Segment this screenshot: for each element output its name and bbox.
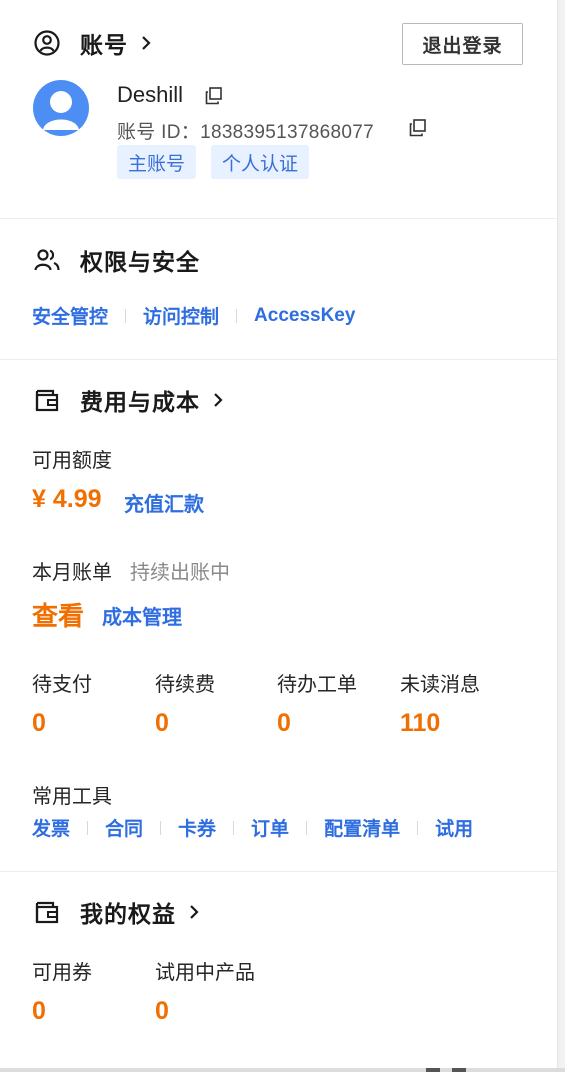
scroll-marker [426,1068,440,1072]
available-credit-amount: ¥ 4.99 [32,485,102,513]
copy-icon[interactable] [408,118,428,143]
tag-personal-verified[interactable]: 个人认证 [211,145,310,179]
cost-management-link[interactable]: 成本管理 [102,601,182,630]
common-tools-links: 发票 合同 卡券 订单 配置清单 试用 [32,814,473,841]
users-icon [32,245,62,275]
account-id: 账号 ID：1838395137868077 [117,122,374,143]
bottom-edge [0,1068,565,1072]
separator [236,308,238,323]
available-coupon-count[interactable]: 0 [32,997,46,1026]
copy-icon[interactable] [204,86,224,111]
stat-label: 未读消息 [400,674,480,696]
tool-order[interactable]: 订单 [251,814,289,841]
separator [160,820,162,835]
view-bill-link[interactable]: 查看 [32,596,84,633]
avatar[interactable] [33,80,89,136]
pending-payment-count[interactable]: 0 [32,709,46,738]
account-panel: 账号 退出登录 Deshill 账号 ID：1838395137868077 主… [0,0,558,1068]
divider [0,218,558,219]
divider [0,359,558,360]
account-header[interactable]: 账号 [32,27,154,59]
stat-label: 待办工单 [277,674,357,696]
monthly-bill-label: 本月账单 [32,562,112,584]
tool-invoice[interactable]: 发票 [32,814,70,841]
divider [0,871,558,872]
wallet-icon [32,385,62,415]
recharge-link[interactable]: 充值汇款 [124,488,204,517]
permissions-title: 权限与安全 [80,249,200,275]
chevron-right-icon [212,390,226,410]
chevron-right-icon [188,902,202,922]
account-title: 账号 [80,32,128,58]
chevron-right-icon [140,33,154,53]
separator [87,820,89,835]
billing-title: 费用与成本 [80,389,200,415]
pending-ticket-count[interactable]: 0 [277,709,291,738]
tool-config-list[interactable]: 配置清单 [324,814,400,841]
monthly-bill-status: 持续出账中 [130,562,230,584]
tool-contract[interactable]: 合同 [105,814,143,841]
benefits-title: 我的权益 [80,901,176,927]
stat-label: 可用券 [32,962,92,984]
username: Deshill [117,82,184,107]
tag-main-account: 主账号 [117,145,197,179]
separator [306,820,308,835]
wallet-icon [32,897,62,927]
permissions-links: 安全管控 访问控制 AccessKey [32,302,355,329]
logout-button[interactable]: 退出登录 [402,23,523,65]
benefits-header[interactable]: 我的权益 [32,896,202,928]
tool-trial[interactable]: 试用 [435,814,473,841]
scroll-marker [452,1068,466,1072]
scrollbar[interactable] [559,0,565,1072]
link-accesskey[interactable]: AccessKey [254,305,355,327]
tool-coupon[interactable]: 卡券 [178,814,216,841]
user-circle-icon [32,28,62,58]
stat-label: 试用中产品 [155,962,255,984]
unread-message-count[interactable]: 110 [400,709,440,738]
separator [125,308,127,323]
stat-label: 待续费 [155,674,215,696]
billing-header[interactable]: 费用与成本 [32,384,226,416]
permissions-header: 权限与安全 [32,244,200,276]
trial-product-count[interactable]: 0 [155,997,169,1026]
link-access-control[interactable]: 访问控制 [143,302,219,329]
separator [233,820,235,835]
link-security-control[interactable]: 安全管控 [32,302,108,329]
common-tools-label: 常用工具 [32,786,112,808]
separator [417,820,419,835]
pending-renewal-count[interactable]: 0 [155,709,169,738]
available-credit-label: 可用额度 [32,450,112,472]
stat-label: 待支付 [32,674,92,696]
